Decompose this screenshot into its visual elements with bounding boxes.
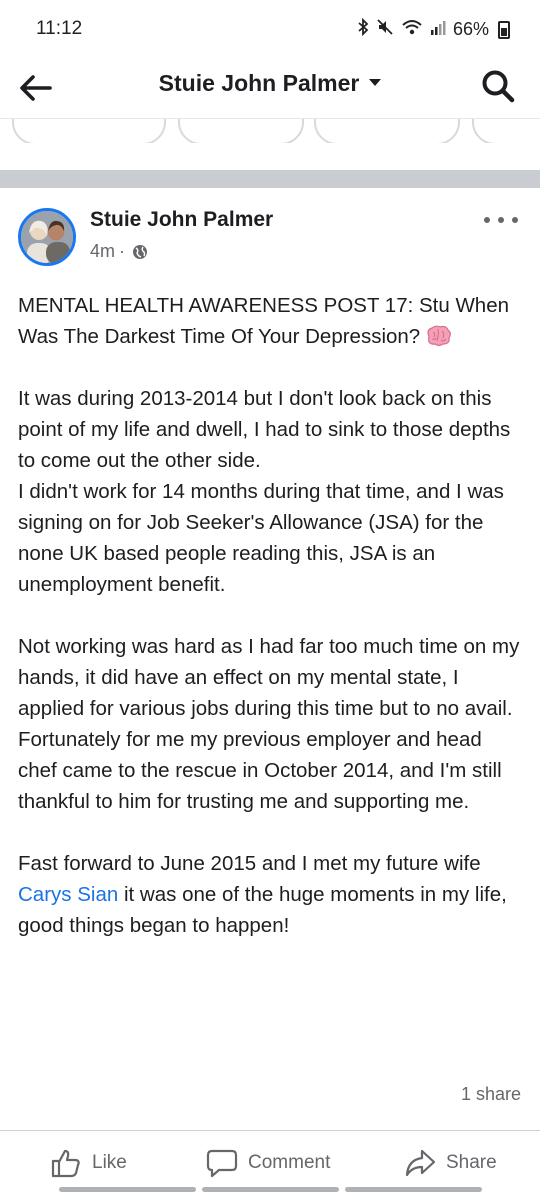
share-arrow-icon — [404, 1147, 436, 1179]
profile-switcher[interactable]: Stuie John Palmer — [0, 70, 540, 97]
post-paragraph: Not working was hard as I had far too mu… — [18, 631, 524, 817]
share-count[interactable]: 1 share — [461, 1084, 521, 1105]
comment-button[interactable]: Comment — [206, 1145, 330, 1181]
meta-separator: · — [119, 241, 126, 261]
dot-icon — [512, 217, 518, 223]
avatar-photo — [21, 211, 73, 263]
dot-icon — [498, 217, 504, 223]
action-chip[interactable] — [178, 119, 304, 143]
action-chip[interactable] — [12, 119, 166, 143]
mention-link[interactable]: Carys Sian — [18, 883, 118, 906]
post-paragraph-text: Fast forward to June 2015 and I met my f… — [18, 852, 481, 875]
post-card: Stuie John Palmer 4m · MENTAL HEALTH AWA… — [0, 188, 540, 1200]
page-title: Stuie John Palmer — [158, 70, 360, 96]
like-label: Like — [92, 1152, 127, 1173]
profile-action-chips — [0, 118, 540, 143]
search-icon — [482, 70, 515, 103]
wifi-icon — [401, 18, 423, 41]
status-icons: 66% — [357, 17, 510, 41]
post-paragraph-text: I didn't work for 14 months during that … — [18, 480, 504, 596]
status-bar: 11:12 66% — [0, 0, 540, 62]
mute-icon — [376, 18, 394, 41]
share-label: Share — [446, 1152, 497, 1173]
avatar[interactable] — [18, 208, 76, 266]
signal-icon — [430, 19, 446, 40]
comment-bubble-icon — [206, 1147, 238, 1179]
globe-icon — [132, 244, 148, 260]
battery-icon — [498, 20, 510, 39]
nav-handle-segment — [345, 1187, 482, 1192]
nav-handle-segment — [59, 1187, 196, 1192]
search-button[interactable] — [478, 66, 518, 106]
brain-emoji-icon — [424, 325, 452, 347]
share-button[interactable]: Share — [404, 1145, 497, 1181]
app-header: Stuie John Palmer — [0, 62, 540, 118]
nav-handle-segment — [202, 1187, 339, 1192]
action-chip[interactable] — [314, 119, 460, 143]
post-paragraph-text: It was during 2013-2014 but I don't look… — [18, 387, 511, 472]
post-time[interactable]: 4m — [90, 241, 115, 262]
post-action-bar: Like Comment Share — [0, 1130, 540, 1195]
post-paragraph-text: Fortunately for me my previous employer … — [18, 728, 502, 813]
more-options-button[interactable] — [484, 210, 518, 230]
dot-icon — [484, 217, 490, 223]
status-time: 11:12 — [36, 18, 83, 39]
battery-percentage: 66% — [452, 19, 489, 39]
post-body: MENTAL HEALTH AWARENESS POST 17: Stu Whe… — [18, 290, 524, 941]
home-indicator — [59, 1187, 482, 1192]
caret-down-icon — [369, 79, 382, 87]
bluetooth-icon — [357, 17, 369, 41]
post-author[interactable]: Stuie John Palmer — [90, 208, 273, 232]
comment-label: Comment — [248, 1152, 331, 1173]
post-paragraph: MENTAL HEALTH AWARENESS POST 17: Stu Whe… — [18, 290, 524, 352]
post-paragraph-text: Not working was hard as I had far too mu… — [18, 635, 520, 720]
action-chip[interactable] — [472, 119, 540, 143]
post-meta: 4m · — [90, 241, 148, 262]
section-divider — [0, 170, 540, 188]
post-paragraph: It was during 2013-2014 but I don't look… — [18, 383, 524, 600]
post-paragraph: Fast forward to June 2015 and I met my f… — [18, 848, 524, 941]
thumbs-up-icon — [50, 1147, 82, 1179]
like-button[interactable]: Like — [50, 1145, 127, 1181]
